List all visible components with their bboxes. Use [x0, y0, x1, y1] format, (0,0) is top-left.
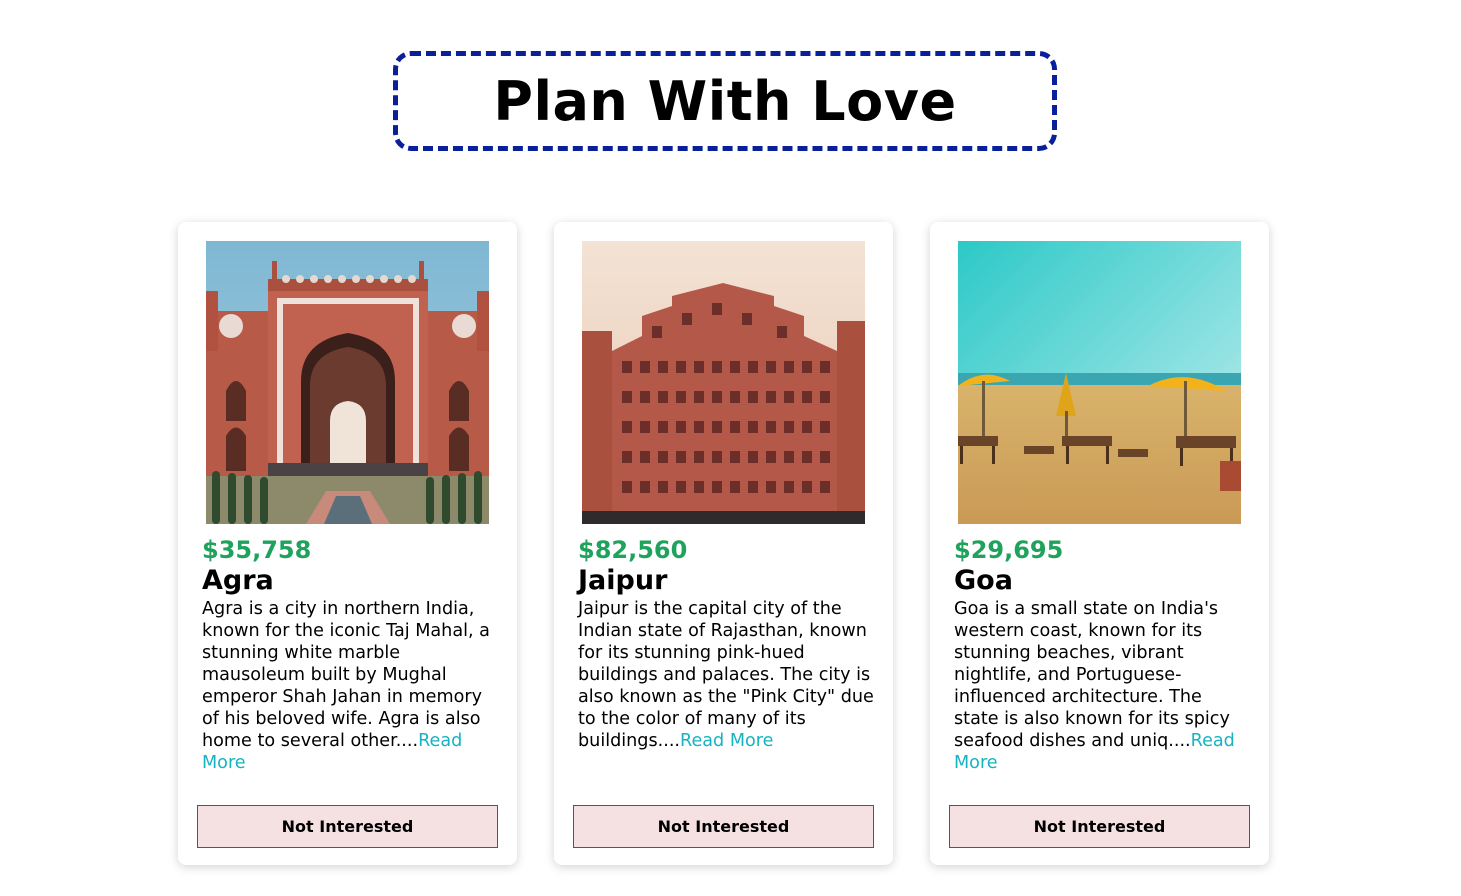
page-title-box: Plan With Love: [393, 51, 1057, 151]
not-interested-button[interactable]: Not Interested: [573, 805, 874, 848]
tour-description-text: Agra is a city in northern India, known …: [202, 599, 490, 751]
tour-name: Jaipur: [578, 565, 668, 596]
tour-info-jaipur: $82,560 Jaipur Jaipur is the capital cit…: [578, 535, 874, 752]
tour-description-text: Jaipur is the capital city of the Indian…: [578, 599, 874, 751]
tour-description: Goa is a small state on India's western …: [954, 598, 1250, 774]
tour-description: Agra is a city in northern India, known …: [202, 598, 498, 774]
tour-info-goa: $29,695 Goa Goa is a small state on Indi…: [954, 535, 1250, 774]
tour-name: Agra: [202, 565, 274, 596]
tour-price: $35,758: [202, 536, 312, 564]
tour-image-jaipur: [582, 241, 865, 524]
not-interested-button[interactable]: Not Interested: [949, 805, 1250, 848]
tour-description: Jaipur is the capital city of the Indian…: [578, 598, 874, 752]
tour-card-agra: $35,758 Agra Agra is a city in northern …: [178, 222, 517, 865]
tour-price: $29,695: [954, 536, 1064, 564]
tour-name: Goa: [954, 565, 1013, 596]
tour-info-agra: $35,758 Agra Agra is a city in northern …: [202, 535, 498, 774]
not-interested-button[interactable]: Not Interested: [197, 805, 498, 848]
tour-description-text: Goa is a small state on India's western …: [954, 599, 1230, 751]
tour-image-agra: [206, 241, 489, 524]
tour-card-goa: $29,695 Goa Goa is a small state on Indi…: [930, 222, 1269, 865]
tour-card-jaipur: $82,560 Jaipur Jaipur is the capital cit…: [554, 222, 893, 865]
tour-price: $82,560: [578, 536, 688, 564]
tour-image-goa: [958, 241, 1241, 524]
read-more-link[interactable]: Read More: [680, 731, 773, 751]
tour-cards: $35,758 Agra Agra is a city in northern …: [178, 222, 1269, 865]
page-title: Plan With Love: [493, 69, 957, 133]
